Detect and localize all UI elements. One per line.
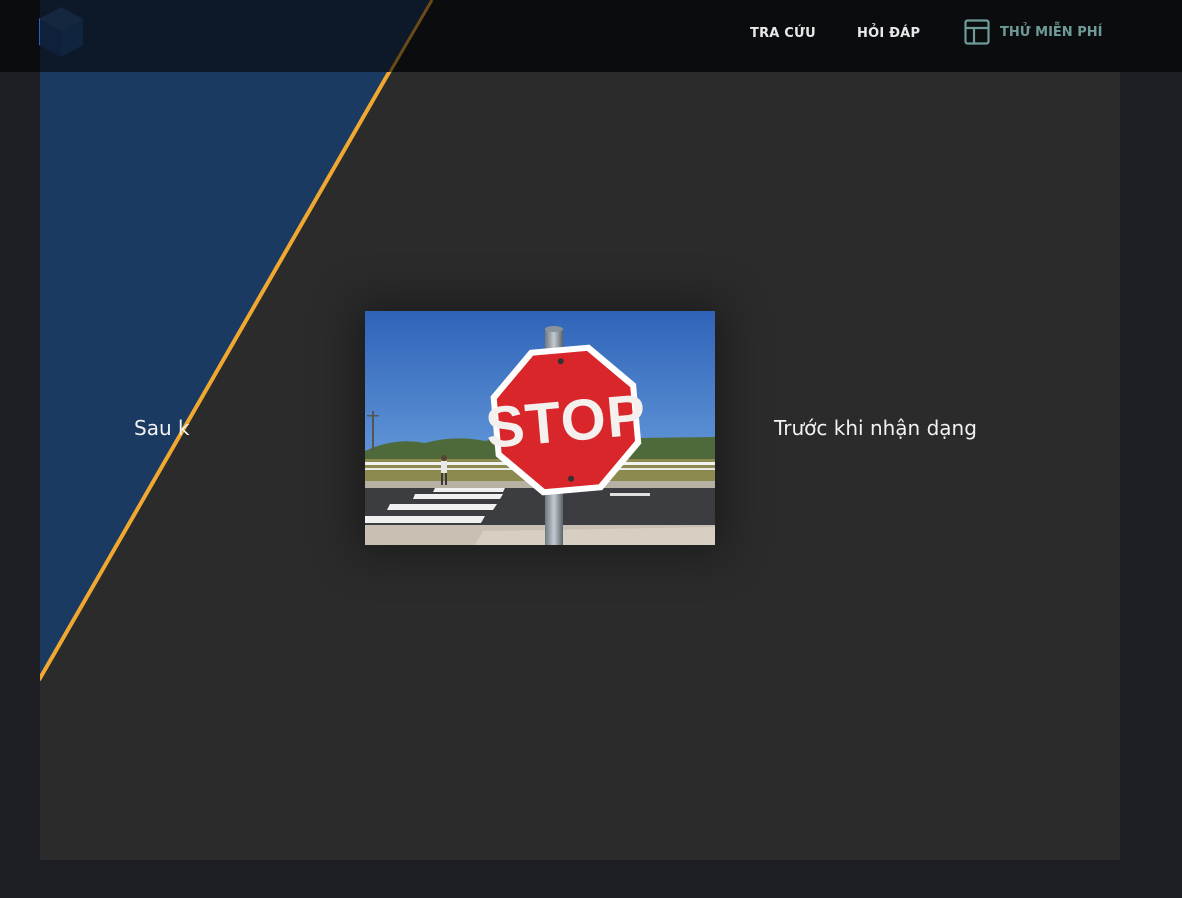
top-navigation-bar: TRA CỨU HỎI ĐÁP THỬ MIỄN PHÍ bbox=[0, 0, 1182, 72]
header-divider-accent bbox=[40, 0, 434, 72]
nav-faq-link[interactable]: HỎI ĐÁP bbox=[857, 24, 920, 44]
layout-panel-icon bbox=[964, 19, 990, 45]
nav-lookup-link[interactable]: TRA CỨU bbox=[750, 24, 816, 44]
free-trial-label: THỬ MIỄN PHÍ bbox=[1000, 24, 1103, 40]
stop-sign-photo: STOP bbox=[365, 311, 715, 545]
after-caption: Sau k bbox=[134, 416, 190, 440]
page: Sau k Trước khi nhận dạng STOP TRA CỨU H… bbox=[0, 0, 1182, 898]
comparison-panel: Sau k Trước khi nhận dạng STOP bbox=[40, 0, 1120, 860]
before-caption: Trước khi nhận dạng bbox=[774, 416, 977, 440]
free-trial-button[interactable]: THỬ MIỄN PHÍ bbox=[964, 18, 1102, 46]
sample-image: STOP bbox=[365, 311, 715, 545]
